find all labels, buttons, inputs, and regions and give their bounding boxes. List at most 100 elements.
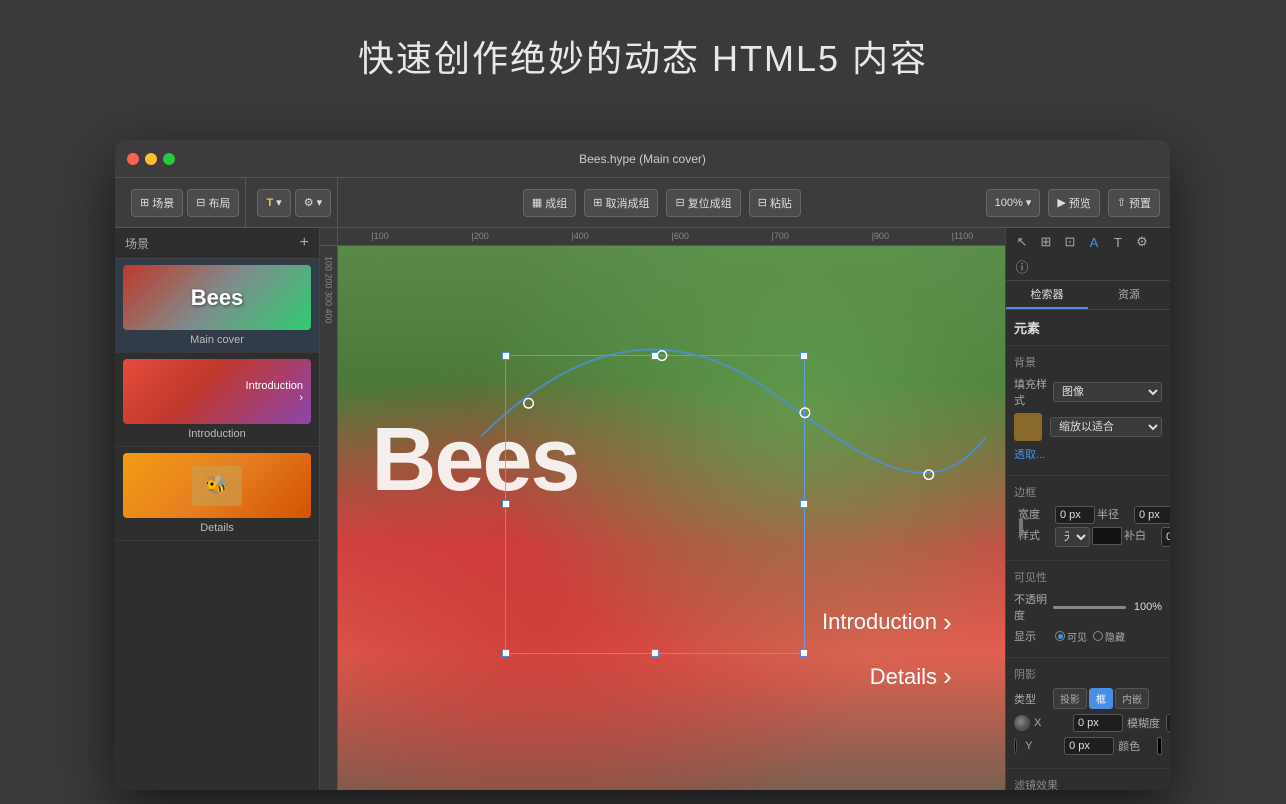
toolbar-element-btn[interactable]: T▾ bbox=[257, 189, 290, 217]
toolbar-scene-btn[interactable]: ⊞ 场景 bbox=[131, 189, 183, 217]
show-label: 可见 bbox=[1067, 629, 1087, 644]
padding-label: 补白 bbox=[1124, 527, 1159, 547]
transparency-link[interactable]: 透取... bbox=[1014, 446, 1045, 462]
toolbar-right: 100% ▾ ▶ 预览 ⇧ 预置 bbox=[986, 189, 1160, 217]
sidebar-header: 场景 + bbox=[115, 228, 319, 259]
ruler-row: |100 |200 |400 |600 |700 |900 |1100 bbox=[320, 228, 1005, 246]
align-left-label: 复位成组 bbox=[688, 195, 732, 211]
maximize-button[interactable] bbox=[163, 153, 175, 165]
preview-label: 预览 bbox=[1069, 195, 1091, 211]
style-select[interactable]: 无 bbox=[1055, 527, 1090, 547]
panel-section-title: 元素 bbox=[1006, 310, 1170, 346]
shadow-blur-label: 模糊度 bbox=[1127, 715, 1162, 731]
bg-fill-row: 填充样式 图像 bbox=[1014, 376, 1162, 408]
panel-icon-element[interactable]: A bbox=[1084, 232, 1104, 252]
intro-arrow: › bbox=[246, 392, 303, 404]
panel-section-filter: 滤镜效果 应用模式 结缘 背景幕 模糊度 0.00 px 杂粒色 0% bbox=[1006, 769, 1170, 790]
width-input[interactable] bbox=[1055, 506, 1095, 524]
preview-btn[interactable]: ▶ 预览 bbox=[1048, 189, 1099, 217]
toolbar-symbol-btn[interactable]: ⚙▾ bbox=[295, 189, 331, 217]
radius-label: 半径 bbox=[1097, 506, 1132, 524]
shadow-x-input[interactable] bbox=[1073, 714, 1123, 732]
panel-icon-cursor[interactable]: ↖ bbox=[1012, 232, 1032, 252]
shadow-color-row bbox=[1014, 715, 1030, 731]
minimize-button[interactable] bbox=[145, 153, 157, 165]
style-label: 样式 bbox=[1018, 527, 1053, 547]
filter-section-label: 滤镜效果 bbox=[1014, 777, 1162, 790]
padding-input[interactable] bbox=[1161, 527, 1170, 547]
export-btn[interactable]: ⇧ 预置 bbox=[1108, 189, 1160, 217]
toolbar: ⊞ 场景 ⊟ 布局 T▾ ⚙▾ ▦ 成组 ⊞ 取消成组 bbox=[115, 178, 1170, 228]
intro-text: Introduction bbox=[246, 380, 303, 392]
toolbar-center: ▦ 成组 ⊞ 取消成组 ⊟ 复位成组 ⊟ 粘贴 bbox=[343, 189, 981, 217]
shadow-color-box[interactable] bbox=[1157, 737, 1162, 755]
shadow-color-picker[interactable] bbox=[1014, 715, 1030, 731]
shadow-y-input[interactable] bbox=[1064, 737, 1114, 755]
panel-icon-info[interactable]: ⓘ bbox=[1012, 256, 1032, 276]
panel-icon-gear[interactable]: ⚙ bbox=[1132, 232, 1152, 252]
align-right-btn[interactable]: ⊟ 粘贴 bbox=[749, 189, 801, 217]
export-label: 预置 bbox=[1129, 195, 1151, 211]
toolbar-group-view: ⊞ 场景 ⊟ 布局 bbox=[125, 178, 246, 227]
sidebar-scene-details[interactable]: 🐝 Details bbox=[115, 447, 319, 541]
shadow-blur-input[interactable] bbox=[1166, 714, 1170, 732]
shadow-type-drop[interactable]: 投影 bbox=[1053, 688, 1087, 709]
border-style-row: 样式 无 补白 bbox=[1018, 527, 1170, 547]
ruler-mark-200: |200 bbox=[471, 231, 488, 241]
align-left-btn[interactable]: ⊟ 复位成组 bbox=[666, 189, 740, 217]
opacity-label: 不透明度 bbox=[1014, 591, 1049, 623]
border-inner bbox=[1019, 518, 1023, 536]
show-radio[interactable]: 可见 bbox=[1055, 629, 1087, 644]
ungroup-label: 取消成组 bbox=[605, 195, 649, 211]
page-title: 快速创作绝妙的动态 HTML5 内容 bbox=[0, 0, 1286, 102]
element-section-title: 元素 bbox=[1014, 318, 1162, 337]
toolbar-layout-btn[interactable]: ⊟ 布局 bbox=[187, 189, 239, 217]
scene-thumbnail-details: 🐝 bbox=[123, 453, 311, 518]
shadow-xy-row: X 模糊度 bbox=[1014, 714, 1162, 732]
ruler-corner bbox=[320, 228, 338, 246]
canvas[interactable]: Bees Introduction › Details › bbox=[338, 246, 1005, 790]
ungroup-btn[interactable]: ⊞ 取消成组 bbox=[584, 189, 658, 217]
shadow-color-swatch[interactable] bbox=[1014, 738, 1017, 754]
panel-section-shadow: 阴影 类型 投影 框 内嵌 X 模糊度 bbox=[1006, 658, 1170, 769]
scale-select[interactable]: 缩放以适合 bbox=[1050, 417, 1162, 437]
scene-icon: ⊞ bbox=[140, 196, 149, 209]
intro-arrow-icon: › bbox=[943, 607, 952, 638]
shadow-type-box[interactable]: 框 bbox=[1089, 688, 1113, 709]
details-link[interactable]: Details › bbox=[870, 661, 952, 692]
hide-radio[interactable]: 隐藏 bbox=[1093, 629, 1125, 644]
scene-bees-text: Bees bbox=[191, 285, 244, 311]
tab-assets[interactable]: 资源 bbox=[1088, 281, 1170, 309]
color-swatch[interactable] bbox=[1092, 527, 1122, 545]
close-button[interactable] bbox=[127, 153, 139, 165]
align-right-icon: ⊟ bbox=[758, 196, 767, 209]
bg-scale-row: 缩放以适合 bbox=[1014, 413, 1162, 441]
hide-circle bbox=[1093, 631, 1103, 641]
fill-style-select[interactable]: 图像 bbox=[1053, 382, 1162, 402]
panel-icon-layers[interactable]: ⊞ bbox=[1036, 232, 1056, 252]
panel-icon-metrics[interactable]: ⊡ bbox=[1060, 232, 1080, 252]
intro-link[interactable]: Introduction › bbox=[822, 607, 952, 638]
panel-icon-text[interactable]: T bbox=[1108, 232, 1128, 252]
opacity-fill bbox=[1053, 606, 1126, 609]
shadow-type-inner[interactable]: 内嵌 bbox=[1115, 688, 1149, 709]
canvas-with-ruler: 100 200 300 400 Bees Introduction › Deta… bbox=[320, 246, 1005, 790]
sidebar-scene-main-cover[interactable]: Bees Main cover bbox=[115, 259, 319, 353]
right-panel: ↖ ⊞ ⊡ A T ⚙ ⓘ 检索器 资源 元素 背景 填充样式 bbox=[1005, 228, 1170, 790]
zoom-btn[interactable]: 100% ▾ bbox=[986, 189, 1041, 217]
show-circle bbox=[1055, 631, 1065, 641]
bg-thumbnail bbox=[1014, 413, 1042, 441]
sidebar-scene-introduction[interactable]: Introduction › Introduction bbox=[115, 353, 319, 447]
radius-input[interactable] bbox=[1134, 506, 1170, 524]
title-bar: Bees.hype (Main cover) bbox=[115, 140, 1170, 178]
opacity-slider[interactable] bbox=[1053, 606, 1126, 609]
add-scene-btn[interactable]: + bbox=[300, 234, 309, 252]
preview-icon: ▶ bbox=[1057, 196, 1065, 209]
scene-thumbnail-main-cover: Bees bbox=[123, 265, 311, 330]
opacity-row: 不透明度 100% bbox=[1014, 591, 1162, 623]
main-area: 场景 + Bees Main cover Introduction › Intr bbox=[115, 228, 1170, 790]
ruler-left: 100 200 300 400 bbox=[320, 246, 338, 790]
window-title: Bees.hype (Main cover) bbox=[579, 152, 706, 166]
tab-inspector[interactable]: 检索器 bbox=[1006, 281, 1088, 309]
group-btn[interactable]: ▦ 成组 bbox=[523, 189, 576, 217]
